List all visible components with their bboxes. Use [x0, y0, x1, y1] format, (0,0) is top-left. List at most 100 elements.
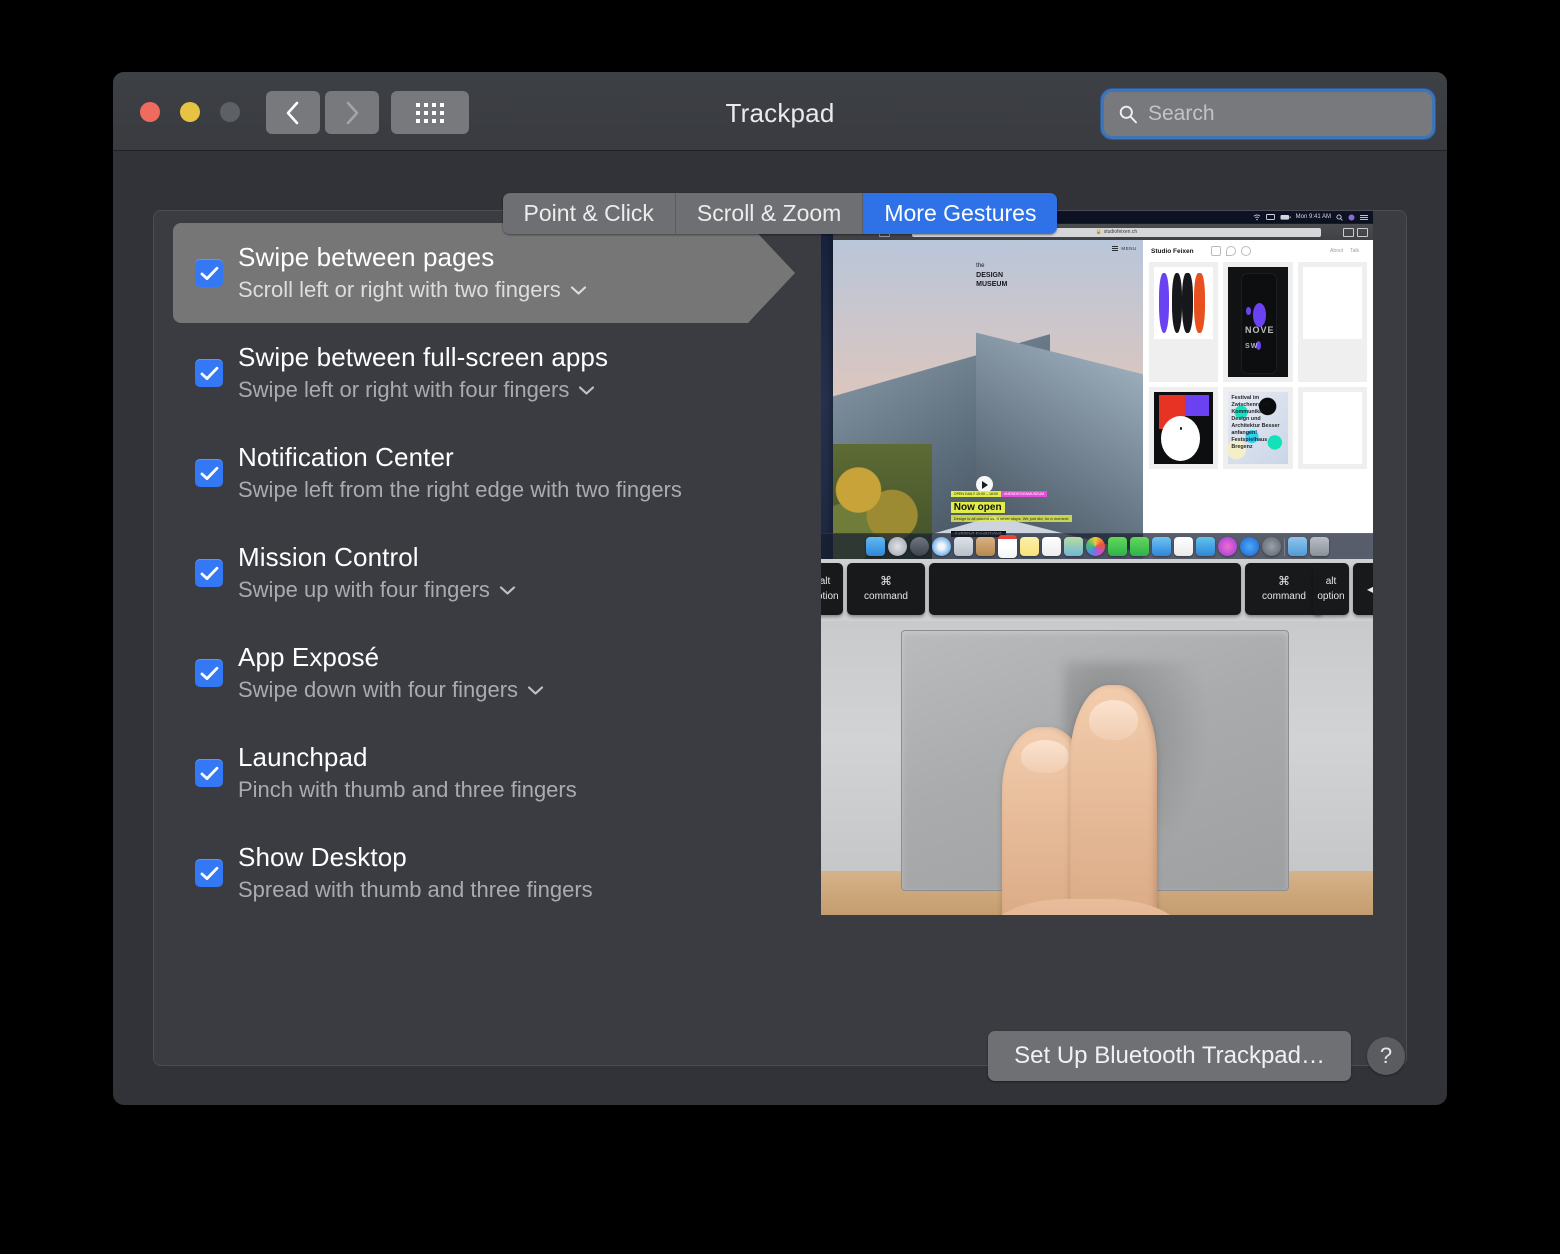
key-arrow-left: ◂ [1353, 563, 1373, 615]
checkmark-icon [200, 666, 218, 680]
gesture-subtitle-row: Swipe left from the right edge with two … [238, 474, 682, 506]
gesture-row-launchpad[interactable]: Launchpad Pinch with thumb and three fin… [173, 723, 823, 823]
gesture-row-app-expose[interactable]: App Exposé Swipe down with four fingers [173, 623, 823, 723]
gesture-subtitle-row[interactable]: Swipe down with four fingers [238, 674, 544, 706]
key-sublabel: command [1262, 591, 1306, 602]
key-command-right: ⌘ command [1245, 563, 1323, 615]
site-nav: About Talk [1330, 248, 1365, 254]
portfolio-item[interactable]: NOVE SW [1223, 262, 1293, 382]
gesture-checkbox[interactable] [195, 259, 223, 287]
preferences-icon [1261, 537, 1281, 556]
chevron-down-icon[interactable] [527, 685, 544, 696]
chevron-down-icon[interactable] [578, 385, 595, 396]
safari-window: ‹ › 🔒 studiofeixen.ch [833, 224, 1373, 559]
gesture-checkbox[interactable] [195, 859, 223, 887]
finder-icon [865, 537, 885, 556]
tab-scroll-and-zoom[interactable]: Scroll & Zoom [675, 193, 864, 234]
gesture-title: Mission Control [238, 542, 419, 572]
itunes-icon [1217, 537, 1237, 556]
gesture-subtitle: Swipe left from the right edge with two … [238, 477, 682, 502]
logo-design: DESIGN [976, 272, 1004, 280]
rocket-icon [909, 537, 929, 556]
chevron-down-icon[interactable] [499, 585, 516, 596]
gesture-subtitle: Pinch with thumb and three fingers [238, 777, 577, 802]
gesture-checkbox[interactable] [195, 759, 223, 787]
laptop-keyboard: alt option ⌘ command ⌘ command alt opti [821, 559, 1373, 621]
portfolio-grid: NOVE SW Festival im Zwischenraum Kommuni… [1143, 262, 1373, 469]
search-input[interactable] [1146, 101, 1422, 127]
gesture-text: Show Desktop Spread with thumb and three… [238, 840, 593, 906]
command-symbol-icon: ⌘ [880, 574, 892, 588]
portfolio-item[interactable]: Festival im Zwischenraum Kommunikation D… [1223, 387, 1293, 469]
key-spacebar [929, 563, 1241, 615]
contacts-icon [975, 537, 995, 556]
search-field[interactable] [1104, 92, 1432, 136]
gesture-text: App Exposé Swipe down with four fingers [238, 640, 544, 706]
blob-icon [1225, 246, 1236, 256]
portfolio-item[interactable] [1149, 387, 1219, 469]
menu-label: MENU [1121, 246, 1137, 251]
nav-about[interactable]: About [1330, 248, 1343, 254]
gesture-checkbox[interactable] [195, 559, 223, 587]
tab-more-gestures[interactable]: More Gestures [863, 193, 1058, 234]
tab-bar: Point & Click Scroll & Zoom More Gesture… [113, 193, 1447, 234]
gesture-subtitle: Swipe up with four fingers [238, 577, 490, 602]
portfolio-item[interactable] [1149, 262, 1219, 382]
gesture-subtitle-row: Pinch with thumb and three fingers [238, 774, 577, 806]
mail-icon [1151, 537, 1171, 556]
fingernail [1020, 739, 1070, 774]
help-button[interactable]: ? [1367, 1037, 1405, 1075]
page-headline: Now open [950, 501, 1005, 513]
calendar-icon [997, 535, 1017, 558]
photos-app-icon [1085, 537, 1105, 556]
checkmark-icon [200, 566, 218, 580]
gesture-list: Swipe between pages Scroll left or right… [173, 223, 823, 923]
system-preferences-window: Trackpad Point & Click Scroll & Zoom M [113, 72, 1447, 1105]
key-option-right: alt option [1313, 563, 1349, 615]
gesture-row-mission-control[interactable]: Mission Control Swipe up with four finge… [173, 523, 823, 623]
page-menu-button[interactable]: MENU [1112, 246, 1137, 251]
key-sublabel: option [1317, 591, 1345, 602]
gesture-subtitle-row[interactable]: Swipe up with four fingers [238, 574, 516, 606]
facetime-icon [1129, 537, 1149, 556]
help-question-mark-icon: ? [1379, 1043, 1393, 1068]
nav-talk[interactable]: Talk [1350, 248, 1359, 254]
design-museum-page: the DESIGN MUSEUM MENU OPEN DAILY 10:00 … [833, 240, 1143, 559]
gesture-row-swipe-between-full-screen-apps[interactable]: Swipe between full-screen apps Swipe lef… [173, 323, 823, 423]
gesture-text: Mission Control Swipe up with four finge… [238, 540, 516, 606]
portfolio-item[interactable] [1297, 262, 1367, 382]
gesture-text: Swipe between full-screen apps Swipe lef… [238, 340, 608, 406]
gesture-row-show-desktop[interactable]: Show Desktop Spread with thumb and three… [173, 823, 823, 923]
gesture-checkbox[interactable] [195, 659, 223, 687]
tab-point-and-click[interactable]: Point & Click [502, 193, 676, 234]
numbers-icon [1173, 537, 1193, 556]
page-description: Design is all around us. It never stops.… [950, 514, 1073, 522]
gesture-checkbox[interactable] [195, 459, 223, 487]
portfolio-item[interactable] [1297, 387, 1367, 469]
set-up-bluetooth-trackpad-button[interactable]: Set Up Bluetooth Trackpad… [988, 1031, 1351, 1081]
site-brand: Studio Feixen [1151, 247, 1194, 255]
gesture-subtitle-row[interactable]: Swipe left or right with four fingers [238, 374, 608, 406]
logo-the: the [976, 263, 985, 270]
hand-two-fingers [986, 656, 1241, 915]
search-icon [1119, 105, 1137, 124]
checkmark-icon [200, 266, 218, 280]
reminders-icon [1041, 537, 1061, 556]
studio-feixen-header: Studio Feixen About Talk [1143, 246, 1373, 262]
checkmark-icon [200, 366, 218, 380]
gesture-row-notification-center[interactable]: Notification Center Swipe left from the … [173, 423, 823, 523]
chevron-down-icon[interactable] [570, 285, 587, 296]
gesture-checkbox[interactable] [195, 359, 223, 387]
spiral-icon [1240, 246, 1251, 256]
gesture-row-swipe-between-pages[interactable]: Swipe between pages Scroll left or right… [173, 223, 823, 323]
gesture-text: Notification Center Swipe left from the … [238, 440, 682, 506]
window-titlebar: Trackpad [113, 72, 1447, 151]
key-label: alt [1325, 576, 1337, 587]
checkmark-icon [200, 466, 218, 480]
key-option-left: alt option [821, 563, 843, 615]
keynote-icon [1195, 537, 1215, 556]
studio-feixen-page: Studio Feixen About Talk NOVE SW Festiva… [1143, 240, 1373, 559]
gesture-title: Launchpad [238, 742, 368, 772]
gesture-subtitle-row[interactable]: Scroll left or right with two fingers [238, 274, 587, 306]
hours-tag: OPEN DAILY 10:00 – 18:00 [950, 490, 1002, 497]
